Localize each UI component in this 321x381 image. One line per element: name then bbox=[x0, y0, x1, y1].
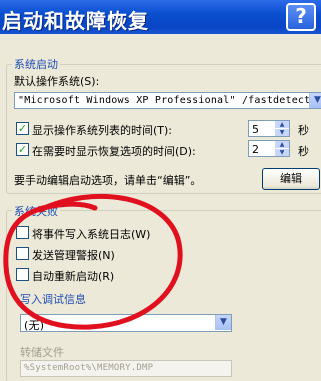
dump-file-label: 转储文件 bbox=[20, 346, 64, 359]
default-os-key: (S): bbox=[80, 75, 100, 88]
show-list-unit: 秒 bbox=[298, 124, 309, 137]
dump-file-value: %SystemRoot%\MEMORY.DMP bbox=[24, 363, 154, 373]
dialog-body: 系统启动 默认操作系统(S): "Microsoft Windows XP Pr… bbox=[0, 34, 321, 381]
spin-up-icon[interactable]: ▲ bbox=[275, 121, 289, 128]
chevron-down-icon[interactable]: ▼ bbox=[215, 315, 231, 330]
window-title: 启动和故障恢复 bbox=[2, 9, 149, 33]
debug-info-select[interactable]: (无) ▼ bbox=[20, 314, 232, 332]
check-icon: ✓ bbox=[17, 122, 28, 135]
show-list-key: (T): bbox=[153, 124, 173, 137]
spin-up-icon[interactable]: ▲ bbox=[275, 141, 289, 148]
send-alert-text: 发送管理警报 bbox=[32, 249, 98, 262]
show-list-text: 显示操作系统列表的时间 bbox=[32, 124, 153, 137]
send-alert-key: (N) bbox=[98, 249, 115, 262]
default-os-label: 默认操作系统(S): bbox=[14, 73, 99, 89]
default-os-text: 默认操作系统 bbox=[14, 75, 80, 88]
write-event-label: 将事件写入系统日志(W) bbox=[32, 226, 150, 242]
show-recovery-unit: 秒 bbox=[298, 145, 309, 158]
help-button[interactable]: ? bbox=[286, 3, 316, 31]
show-recovery-checkbox[interactable]: ✓ bbox=[16, 143, 29, 156]
startup-group-label: 系统启动 bbox=[12, 56, 60, 72]
default-os-value: "Microsoft Windows XP Professional" /fas… bbox=[18, 95, 321, 106]
show-recovery-spinner[interactable]: 2 ▲ ▼ bbox=[248, 140, 290, 157]
auto-restart-text: 自动重新启动 bbox=[32, 270, 98, 283]
default-os-select[interactable]: "Microsoft Windows XP Professional" /fas… bbox=[14, 92, 321, 109]
show-list-spinner[interactable]: 5 ▲ ▼ bbox=[248, 120, 290, 137]
auto-restart-key: (R) bbox=[98, 270, 115, 283]
title-bar[interactable]: 启动和故障恢复 ? bbox=[0, 0, 321, 34]
auto-restart-label: 自动重新启动(R) bbox=[32, 268, 114, 284]
debug-info-label: 写入调试信息 bbox=[20, 293, 86, 306]
send-alert-checkbox[interactable] bbox=[16, 247, 29, 260]
show-list-value: 5 bbox=[252, 123, 259, 136]
chevron-down-icon[interactable]: ▼ bbox=[309, 93, 321, 108]
spin-down-icon[interactable]: ▼ bbox=[275, 149, 289, 156]
check-icon: ✓ bbox=[17, 143, 28, 156]
show-list-label: 显示操作系统列表的时间(T): bbox=[32, 122, 172, 138]
write-event-checkbox[interactable] bbox=[16, 226, 29, 239]
show-recovery-text: 在需要时显示恢复选项的时间 bbox=[32, 145, 175, 158]
spin-down-icon[interactable]: ▼ bbox=[275, 129, 289, 136]
write-event-text: 将事件写入系统日志 bbox=[32, 228, 131, 241]
show-recovery-key: (D): bbox=[175, 145, 196, 158]
edit-hint: 要手动编辑启动选项，请单击“编辑”。 bbox=[14, 174, 202, 187]
dump-file-input[interactable]: %SystemRoot%\MEMORY.DMP bbox=[20, 360, 232, 377]
debug-info-value: (无) bbox=[24, 319, 45, 332]
auto-restart-checkbox[interactable] bbox=[16, 268, 29, 281]
show-recovery-label: 在需要时显示恢复选项的时间(D): bbox=[32, 143, 196, 159]
send-alert-label: 发送管理警报(N) bbox=[32, 247, 115, 263]
edit-button[interactable]: 编辑 bbox=[262, 168, 320, 190]
write-event-key: (W) bbox=[131, 228, 151, 241]
failure-group-label: 系统失败 bbox=[12, 203, 60, 219]
show-recovery-value: 2 bbox=[252, 143, 259, 156]
show-list-checkbox[interactable]: ✓ bbox=[16, 122, 29, 135]
